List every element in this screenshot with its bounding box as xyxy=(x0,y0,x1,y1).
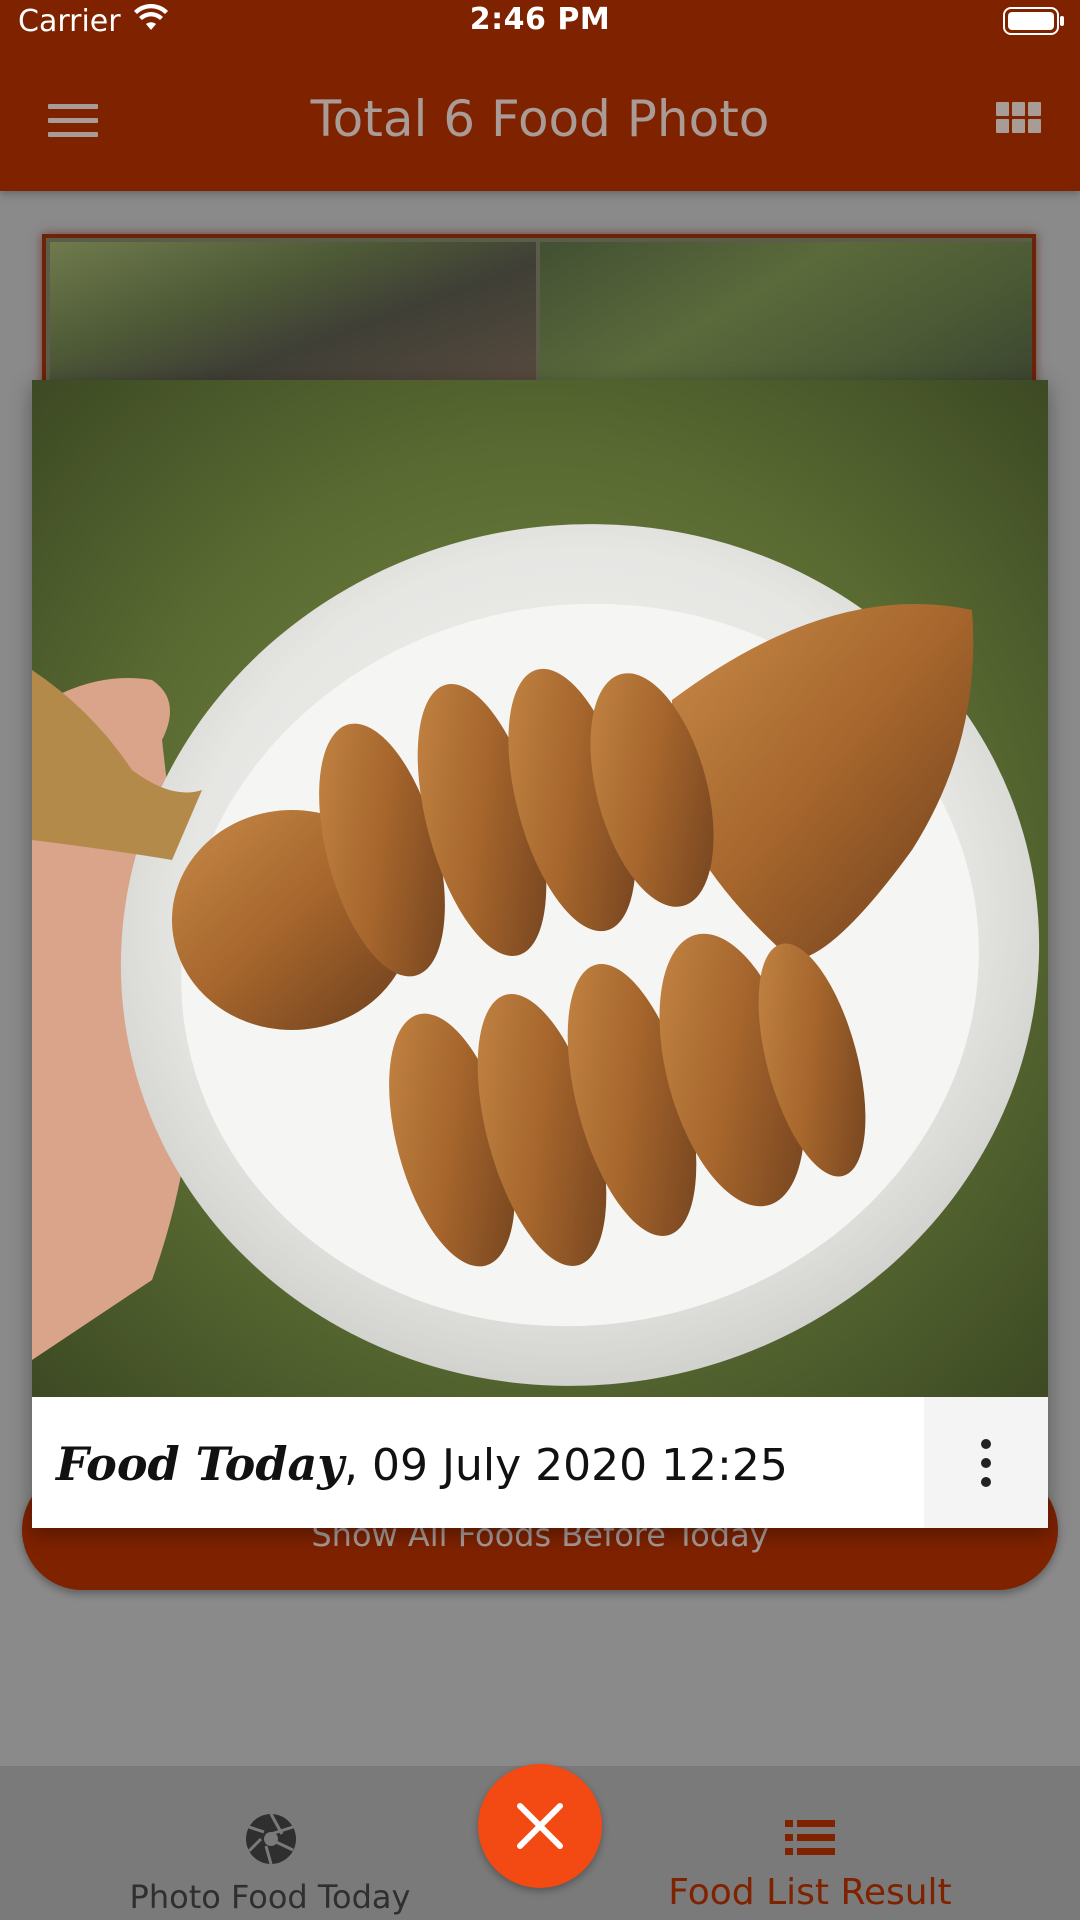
photo-thumbnail[interactable] xyxy=(50,242,536,394)
photo-popup: Food Today, 09 July 2020 12:25 xyxy=(32,380,1048,1528)
tab-food-list-result-label: Food List Result xyxy=(668,1872,952,1913)
caption-title: Food Today xyxy=(56,1437,345,1491)
list-icon xyxy=(785,1820,835,1855)
more-vertical-icon[interactable] xyxy=(924,1397,1048,1528)
caption-date: 09 July 2020 12:25 xyxy=(372,1440,788,1491)
tab-photo-food-today-label: Photo Food Today xyxy=(129,1878,411,1916)
camera-shutter-icon xyxy=(246,1813,296,1865)
close-button[interactable] xyxy=(478,1764,602,1888)
caption-separator: , xyxy=(344,1440,373,1491)
food-photo xyxy=(32,380,1048,1397)
page-title: Total 6 Food Photo xyxy=(310,90,770,148)
battery-icon xyxy=(1003,7,1064,35)
tab-food-list-result[interactable]: Food List Result xyxy=(660,1786,960,1913)
photo-caption-bar: Food Today, 09 July 2020 12:25 xyxy=(32,1397,1048,1528)
status-bar: Carrier 2:46 PM xyxy=(0,0,1080,44)
photo-thumbnail[interactable] xyxy=(540,242,1032,394)
status-time: 2:46 PM xyxy=(469,2,611,37)
grid-icon[interactable] xyxy=(996,102,1042,136)
close-icon xyxy=(517,1803,563,1849)
tab-photo-food-today[interactable]: Photo Food Today xyxy=(120,1786,420,1916)
top-bar: Carrier 2:46 PM Total 6 Food Photo xyxy=(0,0,1080,191)
photo-grid xyxy=(42,234,1036,394)
photo-caption: Food Today, 09 July 2020 12:25 xyxy=(56,1437,788,1491)
